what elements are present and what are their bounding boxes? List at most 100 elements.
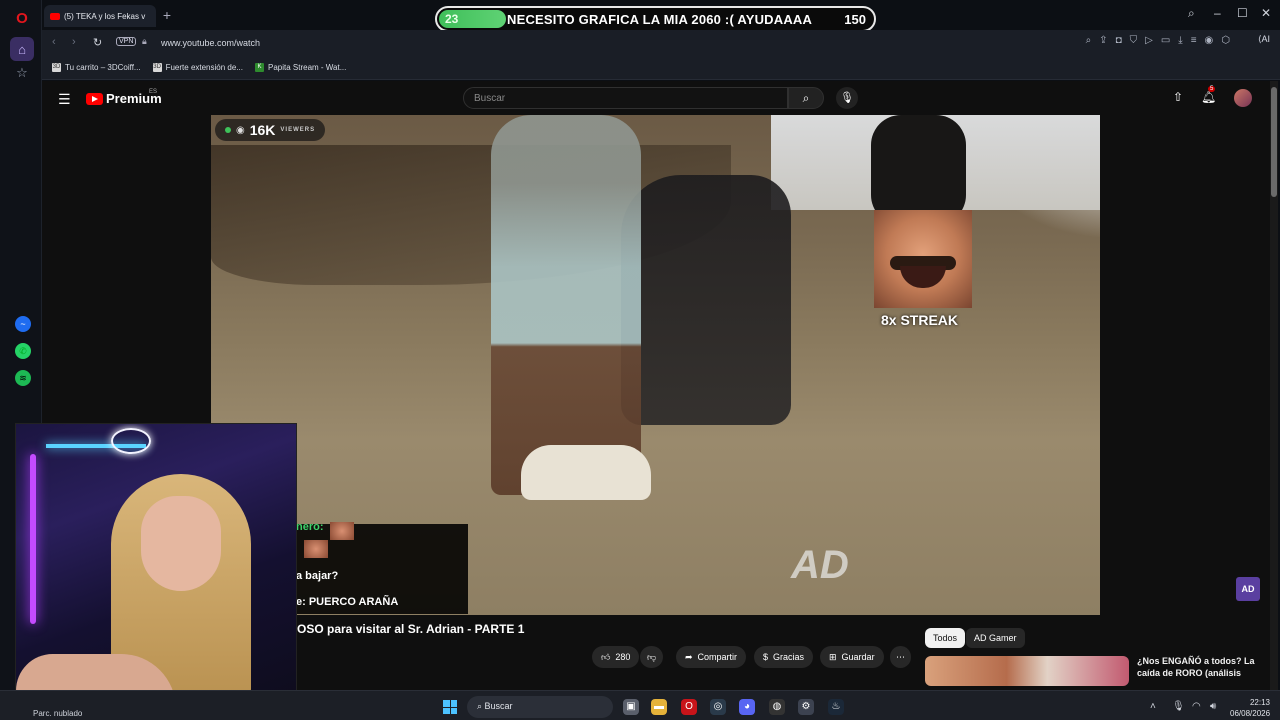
youtube-play-icon — [86, 92, 103, 105]
settings-gear-icon[interactable]: ⚙ — [798, 699, 814, 715]
hamburger-menu-icon[interactable]: ☰ — [58, 91, 71, 108]
search-button[interactable]: ⌕ — [788, 87, 824, 109]
bookmarks-star-icon[interactable]: ☆ — [13, 64, 31, 82]
search-tabs-icon[interactable]: ⌕ — [1188, 6, 1195, 21]
wallet-icon[interactable]: ▭ — [1161, 35, 1170, 46]
save-button[interactable]: ⊞ Guardar — [820, 646, 884, 668]
back-icon[interactable]: ‹ — [52, 36, 56, 48]
steam-icon[interactable]: ♨ — [828, 699, 844, 715]
aria-ai-button[interactable]: ⟨AI — [1258, 34, 1270, 45]
bookmarks-bar: 3D Tu carrito – 3DCoiff... 3D Fuerte ext… — [42, 56, 1280, 80]
maximize-button[interactable]: ☐ — [1237, 6, 1248, 20]
windows-taskbar: Parc. nublado ⌕ Buscar ▣ ▬ O ◎ ◕ ◍ ⚙ ♨ ˄… — [0, 690, 1280, 720]
profile-icon[interactable]: ◉ — [1205, 35, 1214, 46]
vpn-badge[interactable]: VPN — [116, 37, 137, 46]
more-actions-button[interactable]: ⋯ — [890, 646, 911, 668]
donation-goal-current: 23 — [445, 12, 459, 26]
search-input[interactable]: Buscar — [463, 87, 788, 109]
tab-youtube[interactable]: (5) TEKA y los Fekas v — [44, 5, 156, 27]
thanks-icon: $ — [763, 652, 769, 662]
clock-time: 22:13 — [1249, 698, 1270, 707]
easy-setup-icon[interactable]: ≡ — [1191, 35, 1197, 46]
like-count: 280 — [615, 652, 631, 662]
chevron-up-icon[interactable]: ˄ — [1150, 701, 1156, 712]
bookmark-favicon-icon: K — [254, 63, 264, 72]
weather-widget[interactable]: Parc. nublado — [33, 709, 82, 718]
voice-search-button[interactable]: 🎙︎ — [836, 87, 858, 109]
url-field[interactable]: www.youtube.com/watch — [161, 38, 260, 48]
tab-title: (5) TEKA y los Fekas v — [64, 11, 146, 21]
avatar[interactable] — [1234, 89, 1252, 107]
recommended-title[interactable]: ¿Nos ENGAÑÓ a todos? La caída de RORO (a… — [1137, 655, 1267, 679]
share-arrow-icon: ➦ — [685, 651, 693, 662]
notifications-bell-icon[interactable]: 🔔︎ — [1201, 90, 1216, 104]
bookmark-item[interactable]: 3D Fuerte extensión de... — [152, 63, 243, 72]
bookmark-item[interactable]: 3D Tu carrito – 3DCoiff... — [52, 63, 141, 72]
spotify-icon[interactable]: ≋ — [15, 370, 31, 386]
minimize-button[interactable]: – — [1214, 6, 1221, 20]
volume-icon[interactable]: 🔊︎ — [1210, 701, 1216, 712]
opera-gx-icon[interactable]: O — [681, 699, 697, 715]
chat-message: e: PUERCO ARAÑA — [296, 596, 399, 608]
opera-logo-icon[interactable]: O — [13, 9, 31, 27]
bookmark-item[interactable]: K Papita Stream - Wat... — [254, 63, 346, 72]
like-button[interactable]: 👍︎ 280 — [592, 646, 640, 668]
viewer-label: VIEWERS — [280, 127, 316, 133]
scrollbar-thumb[interactable] — [1271, 87, 1277, 197]
file-explorer-icon[interactable]: ▬ — [651, 699, 667, 715]
video-scene-person — [871, 115, 966, 225]
donation-goal-text: NECESITO GRAFICA LA MIA 2060 :( AYUDAAAA — [507, 12, 813, 27]
toolbar-icons: ⌕ ⇪ ◘ ⛉ ▷ ▭ ⤓ ≡ ◉ ⬡ — [1086, 35, 1230, 46]
home-icon[interactable]: ⌂ — [10, 37, 34, 61]
player-icon[interactable]: ▷ — [1145, 35, 1153, 46]
chip-todos[interactable]: Todos — [925, 628, 966, 648]
microphone-tray-icon[interactable]: 🎙︎ — [1172, 701, 1185, 712]
neon-planet-decoration — [111, 428, 151, 454]
stream-chat-overlay: nero: a bajar? e: PUERCO ARAÑA — [296, 521, 468, 614]
system-clock[interactable]: 22:13 06/08/2026 — [1230, 697, 1270, 719]
bookmark-favicon-icon: 3D — [152, 63, 162, 72]
whatsapp-icon[interactable]: ✆ — [15, 343, 31, 359]
share-icon[interactable]: ⇪ — [1099, 35, 1107, 46]
search-icon: ⌕ — [802, 91, 810, 105]
lock-icon[interactable]: 🔒︎ — [142, 36, 147, 47]
share-button[interactable]: ➦ Compartir — [676, 646, 747, 668]
chip-ad-gamer[interactable]: AD Gamer — [966, 628, 1025, 648]
video-scene-person — [491, 115, 641, 495]
channel-corner-logo[interactable]: AD — [1236, 577, 1260, 601]
close-window-button[interactable]: ✕ — [1261, 6, 1271, 20]
chrome-icon[interactable]: ◍ — [769, 699, 785, 715]
upload-icon[interactable]: ⇧ — [1173, 90, 1183, 104]
reload-icon[interactable]: ↻ — [93, 36, 102, 49]
discord-icon[interactable]: ◕ — [739, 699, 755, 715]
save-icon: ⊞ — [829, 651, 837, 662]
eye-icon: ◉ — [236, 124, 245, 136]
extensions-icon[interactable]: ⬡ — [1221, 35, 1230, 46]
messenger-icon[interactable]: ~ — [15, 316, 31, 332]
adblock-icon[interactable]: ⛉ — [1130, 35, 1138, 46]
forward-icon[interactable]: › — [72, 36, 76, 48]
video-scene-shoes — [521, 445, 651, 500]
address-bar: ‹ › ↻ VPN 🔒︎ www.youtube.com/watch ⌕ ⇪ ◘… — [42, 30, 1280, 56]
snapshot-icon[interactable]: ◘ — [1116, 35, 1122, 46]
wifi-icon[interactable]: ◠ — [1192, 701, 1201, 712]
viewer-count: 16K — [249, 122, 276, 138]
task-view-icon[interactable]: ▣ — [623, 699, 639, 715]
new-tab-button[interactable]: + — [160, 8, 174, 22]
obs-icon[interactable]: ◎ — [710, 699, 726, 715]
thanks-button[interactable]: $ Gracias — [754, 646, 814, 668]
streak-emote-image — [874, 210, 972, 308]
streak-text: 8x STREAK — [881, 312, 959, 328]
start-button[interactable] — [443, 700, 457, 714]
recommended-thumbnail[interactable] — [925, 656, 1129, 686]
video-title: OSO para visitar al Sr. Adrian - PARTE 1 — [297, 622, 525, 636]
chat-message: a bajar? — [296, 570, 339, 582]
bookmark-favicon-icon: 3D — [52, 63, 61, 72]
taskbar-search[interactable]: ⌕ Buscar — [467, 696, 613, 718]
zoom-icon[interactable]: ⌕ — [1086, 35, 1092, 46]
download-icon[interactable]: ⤓ — [1178, 35, 1182, 46]
page-scrollbar[interactable] — [1270, 81, 1278, 690]
chat-emote-image — [330, 522, 354, 540]
clock-date: 06/08/2026 — [1230, 709, 1271, 718]
dislike-button[interactable]: 👎︎ — [640, 646, 664, 668]
